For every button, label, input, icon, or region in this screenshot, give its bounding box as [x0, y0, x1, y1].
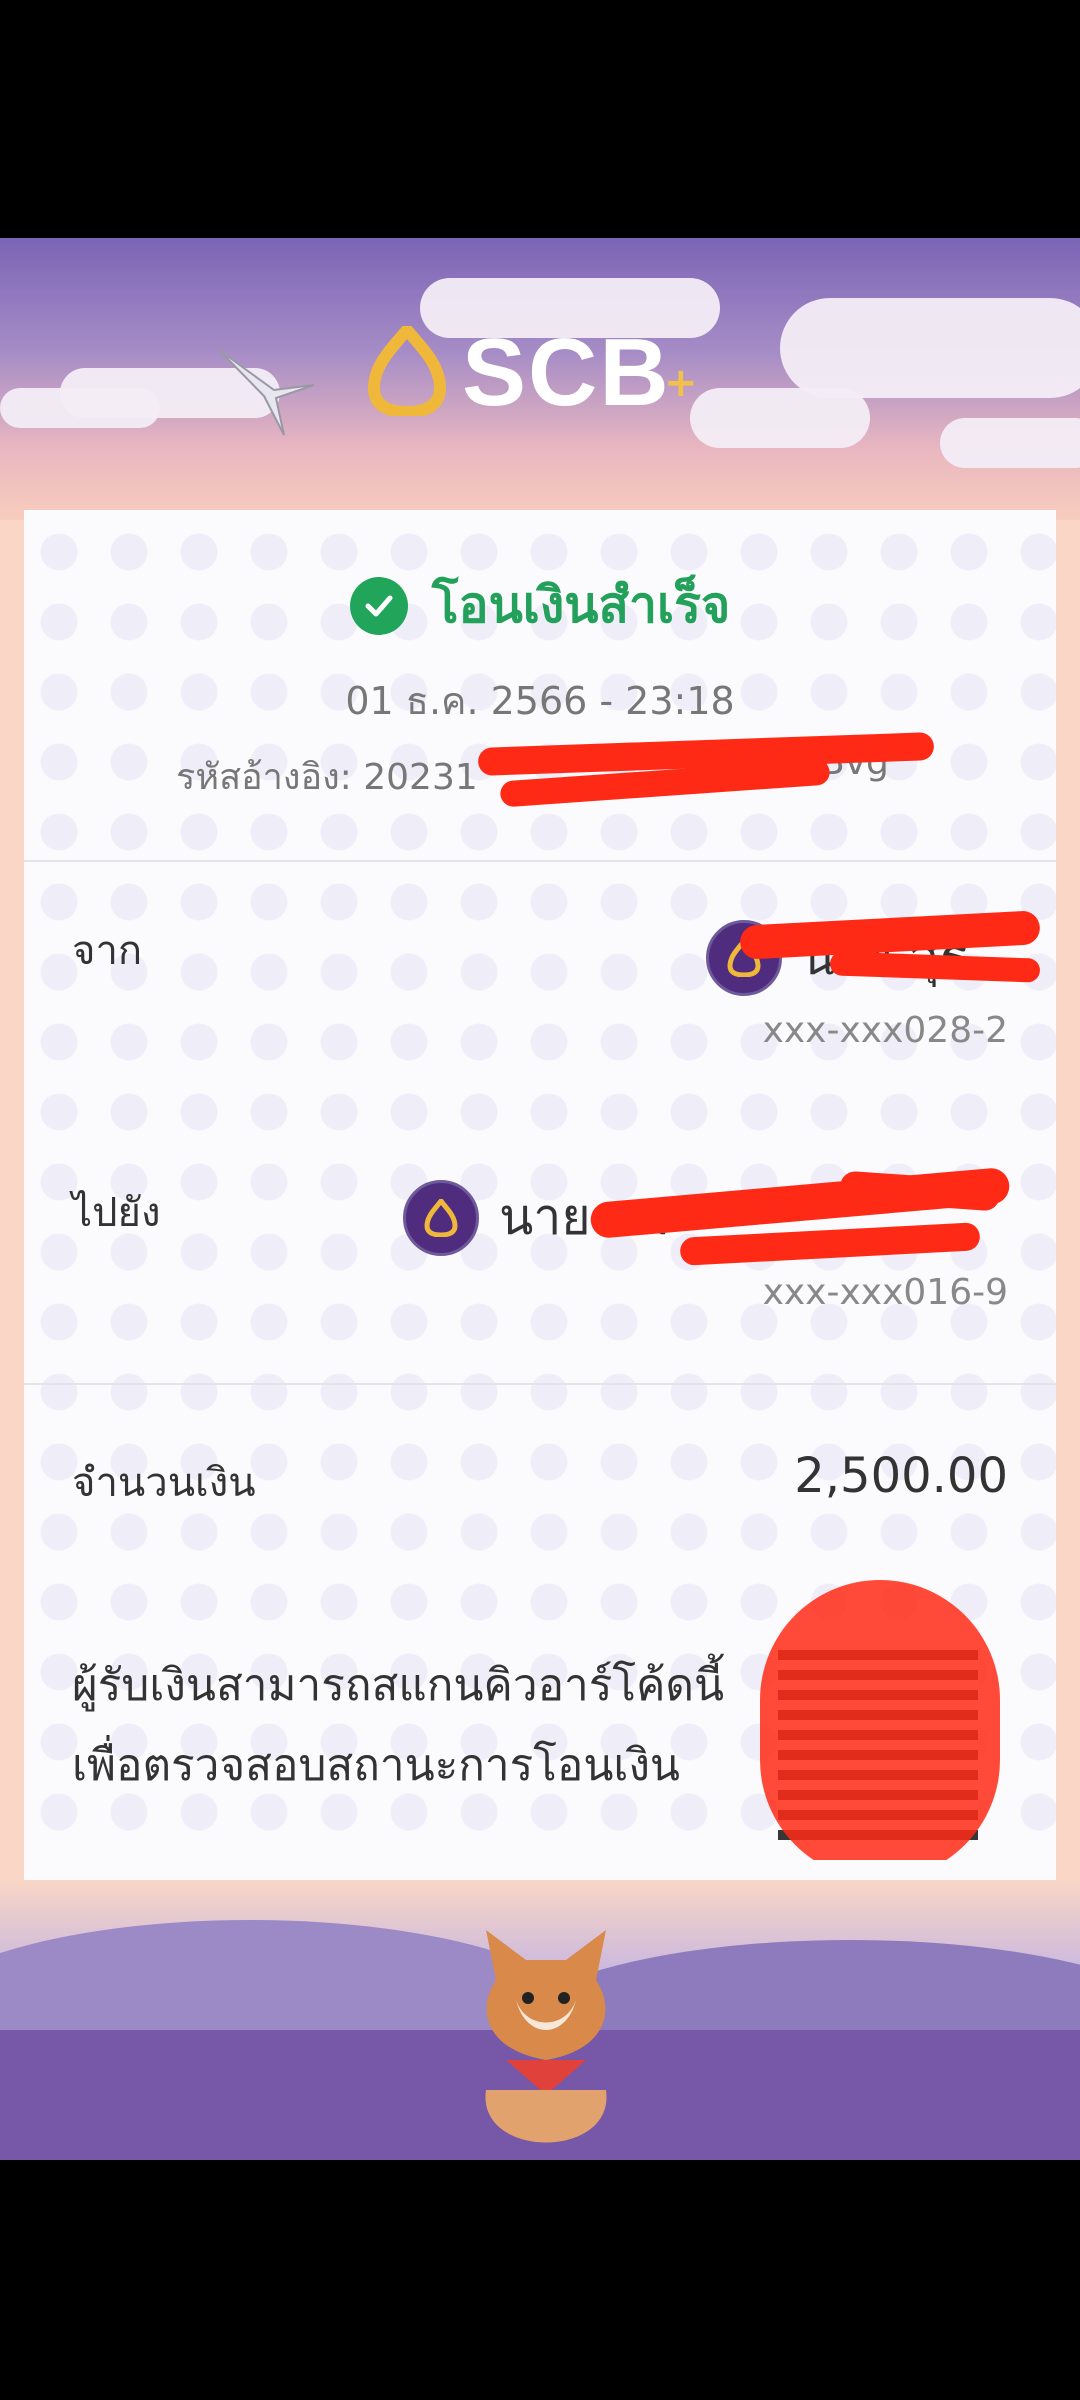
status-header: โอนเงินสำเร็จ: [0, 566, 1080, 645]
reference-label-text: รหัสอ้างอิง:: [176, 757, 352, 798]
brand-wordmark: SCB: [462, 319, 671, 426]
section-divider: [24, 1383, 1056, 1385]
amount-value: 2,500.00: [794, 1448, 1008, 1504]
redaction-mark: [760, 1580, 1000, 1880]
scb-bank-icon: [403, 1179, 480, 1256]
cloud-decoration: [0, 388, 160, 428]
qr-note-line1: ผู้รับเงินสามารถสแกนคิวอาร์โค้ดนี้: [72, 1660, 725, 1711]
cloud-decoration: [690, 388, 870, 448]
from-label: จาก: [72, 928, 143, 974]
amount-label: จำนวนเงิน: [72, 1460, 256, 1506]
from-account: xxx-xxx028-2: [762, 1010, 1008, 1051]
qr-note-line2: เพื่อตรวจสอบสถานะการโอนเงิน: [72, 1740, 681, 1791]
status-title: โอนเงินสำเร็จ: [431, 576, 731, 634]
bird-icon: [218, 349, 315, 436]
check-circle-icon: [349, 576, 408, 635]
shiba-dog-mascot: [485, 1930, 607, 2143]
brand-plus: +: [664, 360, 698, 406]
to-label: ไปยัง: [72, 1190, 161, 1236]
reference-label: รหัสอ้างอิง: 20231: [176, 748, 478, 805]
cloud-decoration: [780, 298, 1080, 398]
to-account: xxx-xxx016-9: [762, 1272, 1008, 1313]
section-divider: [24, 860, 1056, 862]
cloud-decoration: [940, 418, 1080, 468]
transaction-datetime: 01 ธ.ค. 2566 - 23:18: [345, 679, 735, 723]
reference-value: 20231: [363, 757, 478, 798]
scb-logo-icon: [367, 326, 447, 416]
